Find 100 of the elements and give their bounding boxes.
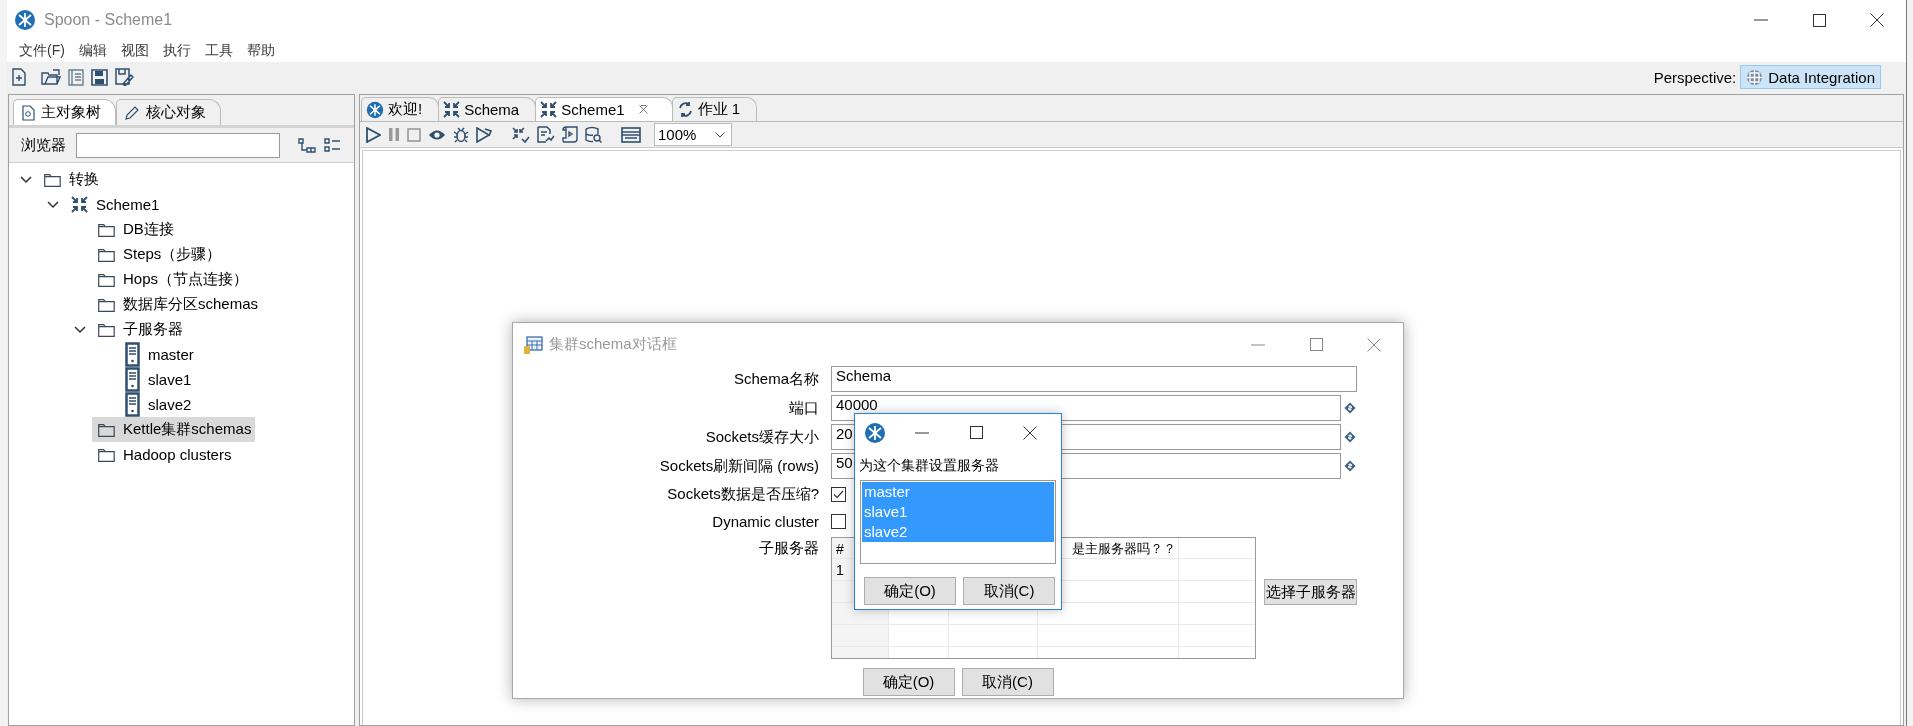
tree-item[interactable]: Steps（步骤） [92,242,226,267]
folder-icon [98,222,115,237]
field-label: Dynamic cluster [711,512,819,530]
search-label: 浏览器 [21,135,66,155]
app-logo-icon [14,9,36,31]
folder-icon [98,272,115,287]
save-icon[interactable] [91,68,108,86]
maximize-button[interactable] [969,426,983,439]
open-folder-icon[interactable] [41,68,61,86]
perspective-label: Perspective: [1653,68,1737,86]
window-title: Spoon - Scheme1 [44,11,174,29]
editor-tab[interactable]: Schema [438,97,537,121]
folder-icon [44,172,61,187]
pencil-icon [125,105,140,120]
folder-icon [98,297,115,312]
arrows-inward-icon [443,101,461,118]
bug-icon[interactable] [453,126,469,143]
zoom-dropdown[interactable]: 100% [654,123,732,146]
ok-button[interactable]: 确定(O) [864,577,956,605]
arrows-inward-icon [71,196,88,213]
server-icon [125,392,140,417]
chevron-down-icon[interactable] [20,175,32,184]
tree-item[interactable]: Scheme1 [65,192,164,217]
table-icon [523,334,543,355]
tree-item[interactable]: slave1 [119,367,196,392]
checkbox[interactable] [831,513,846,529]
chevron-down-icon[interactable] [47,200,59,209]
tree-item[interactable]: Hadoop clusters [92,442,236,467]
popup-label: 为这个集群设置服务器 [859,457,1000,475]
editor-tab[interactable]: Scheme1 [535,97,673,121]
save-as-icon[interactable] [115,68,134,86]
field-label: Schema名称 [732,369,819,389]
field-label: Sockets缓存大小 [704,427,819,447]
menu-item[interactable]: 执行 [155,42,198,60]
editor-tab[interactable]: 作业 1 [671,97,758,121]
field-label: Sockets数据是否压缩? [666,484,819,504]
caret-icon [715,131,725,138]
folder-icon [98,322,115,337]
field-label: 子服务器 [758,539,819,558]
document-chart-icon[interactable] [537,126,555,143]
field-label: 端口 [788,398,819,418]
folder-icon [98,447,115,462]
new-file-icon[interactable] [12,68,26,86]
cancel-button[interactable]: 取消(C) [963,577,1055,605]
variable-icon[interactable] [1344,431,1356,443]
menu-item[interactable]: 文件(F) [12,42,72,60]
script-icon[interactable] [562,126,578,143]
table-cell-text: 1 [835,561,845,580]
tree-structure-icon[interactable] [298,137,316,153]
tree-item[interactable]: slave2 [119,392,196,417]
search-field[interactable] [76,132,280,158]
close-button[interactable] [1870,13,1884,27]
ok-button[interactable]: 确定(O) [862,668,955,696]
select-servers-button[interactable]: 选择子服务器 [1264,579,1357,605]
server-icon [125,342,140,367]
document-search-icon [22,104,35,121]
logo-icon [366,100,384,119]
column-header: 是主服务器吗？？ [1071,539,1177,558]
tree-item[interactable]: 子服务器 [92,317,187,342]
dialog-title: 集群schema对话框 [549,335,678,354]
text-field[interactable]: Schema [831,366,1357,392]
minimize-button[interactable] [915,431,929,434]
tree-item[interactable]: 转换 [38,167,103,192]
close-button[interactable] [1023,425,1037,440]
app-logo-icon [864,421,886,444]
menu-item[interactable]: 帮助 [239,42,282,60]
eye-icon[interactable] [428,128,446,141]
server-icon [125,367,140,392]
checkbox[interactable] [831,486,846,502]
tree-item[interactable]: 数据库分区schemas [92,292,263,317]
document-list-icon[interactable] [68,68,84,86]
variable-icon[interactable] [1344,402,1356,414]
field-label: Sockets刷新间隔 (rows) [658,456,819,476]
menu-item[interactable]: 编辑 [71,42,114,60]
close-icon[interactable] [638,105,648,114]
run-icon[interactable] [366,126,381,143]
folder-icon [98,247,115,262]
column-header: # [835,539,845,559]
cancel-button[interactable]: 取消(C) [961,668,1054,696]
menu-item[interactable]: 工具 [197,42,240,60]
chevron-down-icon[interactable] [74,325,86,334]
editor-tab[interactable]: 欢迎! [361,97,440,121]
menu-item[interactable]: 视图 [113,42,156,60]
folder-icon [98,422,115,437]
panel-tab[interactable]: 核心对象 [116,99,221,125]
grid-globe-icon [1746,68,1764,86]
arrows-check-icon[interactable] [512,126,530,143]
tree-item[interactable]: Kettle集群schemas [92,417,256,442]
tree-item[interactable]: DB连接 [92,217,178,242]
variable-icon[interactable] [1344,460,1356,472]
step-run-icon[interactable] [476,126,493,143]
database-search-icon[interactable] [585,126,602,143]
arrows-inward-icon [540,101,558,118]
maximize-button[interactable] [1812,13,1826,27]
panel-tab[interactable]: 主对象树 [13,99,116,125]
tree-item[interactable]: master [119,342,198,367]
panel-icon[interactable] [621,126,641,143]
perspective-button[interactable]: Data Integration [1740,65,1881,89]
list-icon[interactable] [324,137,341,153]
tree-item[interactable]: Hops（节点连接） [92,267,253,292]
